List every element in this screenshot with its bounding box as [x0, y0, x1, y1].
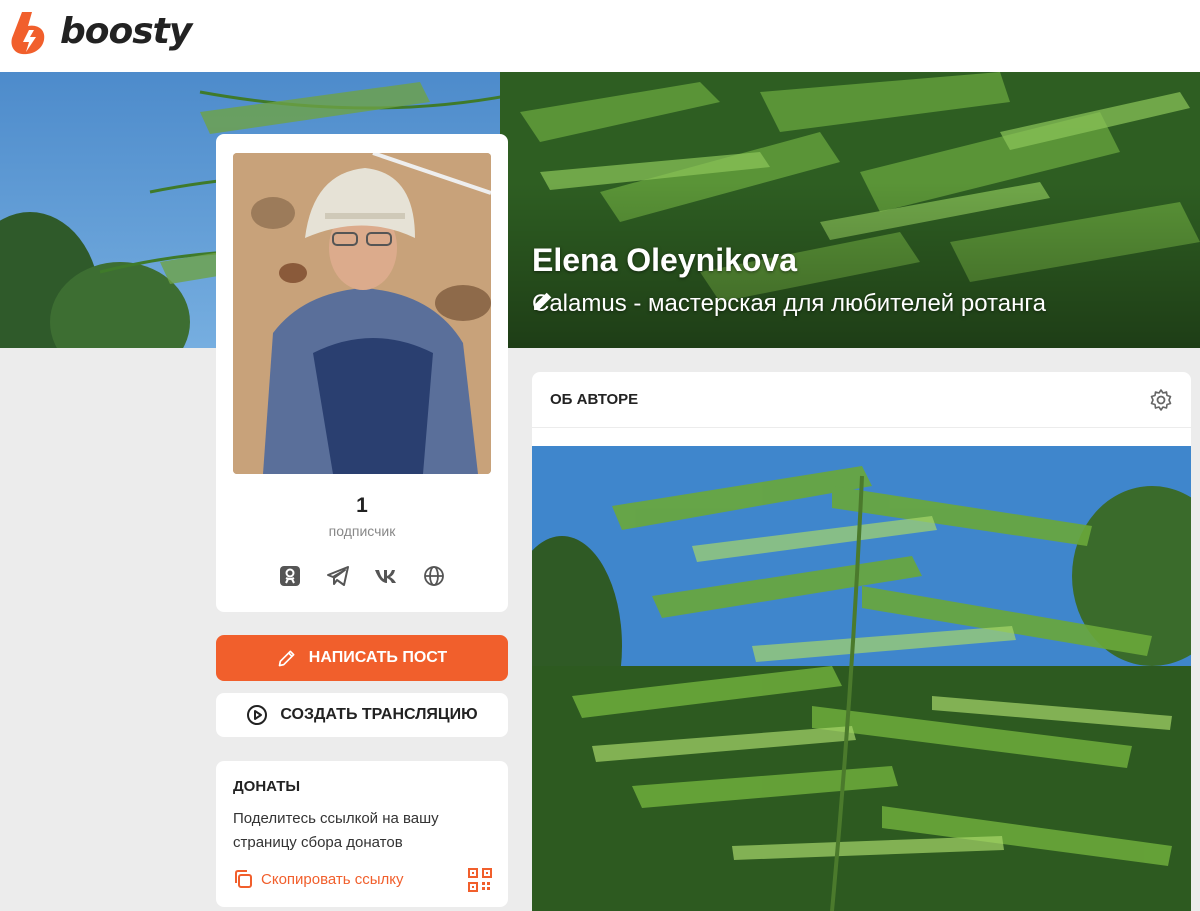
about-card: ОБ АВТОРЕ: [532, 372, 1191, 911]
social-links: [216, 564, 508, 588]
about-title: ОБ АВТОРЕ: [550, 391, 639, 408]
cover-image: Elena Oleynikova Calamus - мастерская дл…: [0, 72, 1200, 348]
copy-link-label: Скопировать ссылку: [261, 870, 404, 888]
about-image: [532, 446, 1191, 911]
profile-subtitle-text: Calamus - мастерская для любителей ротан…: [532, 290, 1046, 317]
telegram-icon[interactable]: [326, 564, 350, 588]
create-stream-button[interactable]: СОЗДАТЬ ТРАНСЛЯЦИЮ: [216, 693, 508, 737]
donations-title: ДОНАТЫ: [233, 778, 301, 795]
about-header: ОБ АВТОРЕ: [532, 372, 1191, 428]
avatar: [233, 153, 491, 474]
write-post-button[interactable]: НАПИСАТЬ ПОСТ: [216, 635, 508, 681]
profile-subtitle: Calamus - мастерская для любителей ротан…: [532, 290, 1056, 318]
gear-icon[interactable]: [1149, 388, 1173, 412]
create-stream-label: СОЗДАТЬ ТРАНСЛЯЦИЮ: [280, 706, 478, 723]
odnoklassniki-icon[interactable]: [278, 564, 302, 588]
globe-icon[interactable]: [422, 564, 446, 588]
boosty-logo-icon: [11, 12, 45, 55]
pencil-icon: [278, 650, 295, 667]
profile-card: 1 подписчик: [216, 134, 508, 612]
boosty-logo[interactable]: boosty: [10, 10, 192, 56]
profile-name: Elena Oleynikova: [532, 242, 798, 278]
copy-icon: [235, 870, 252, 888]
subscribers-count: 1: [356, 494, 368, 517]
write-post-label: НАПИСАТЬ ПОСТ: [308, 649, 448, 666]
qr-code-icon[interactable]: [467, 867, 493, 893]
play-circle-icon: [247, 705, 268, 725]
donations-description: Поделитесь ссылкой на вашу страницу сбор…: [233, 810, 439, 851]
top-bar: boosty: [0, 0, 1200, 72]
donations-card: ДОНАТЫ Поделитесь ссылкой на вашу страни…: [216, 761, 508, 907]
subscribers-label: подписчик: [328, 523, 396, 539]
logo-wordmark: boosty: [60, 10, 192, 52]
vk-icon[interactable]: [374, 564, 398, 588]
copy-link-button[interactable]: Скопировать ссылку: [233, 869, 404, 889]
